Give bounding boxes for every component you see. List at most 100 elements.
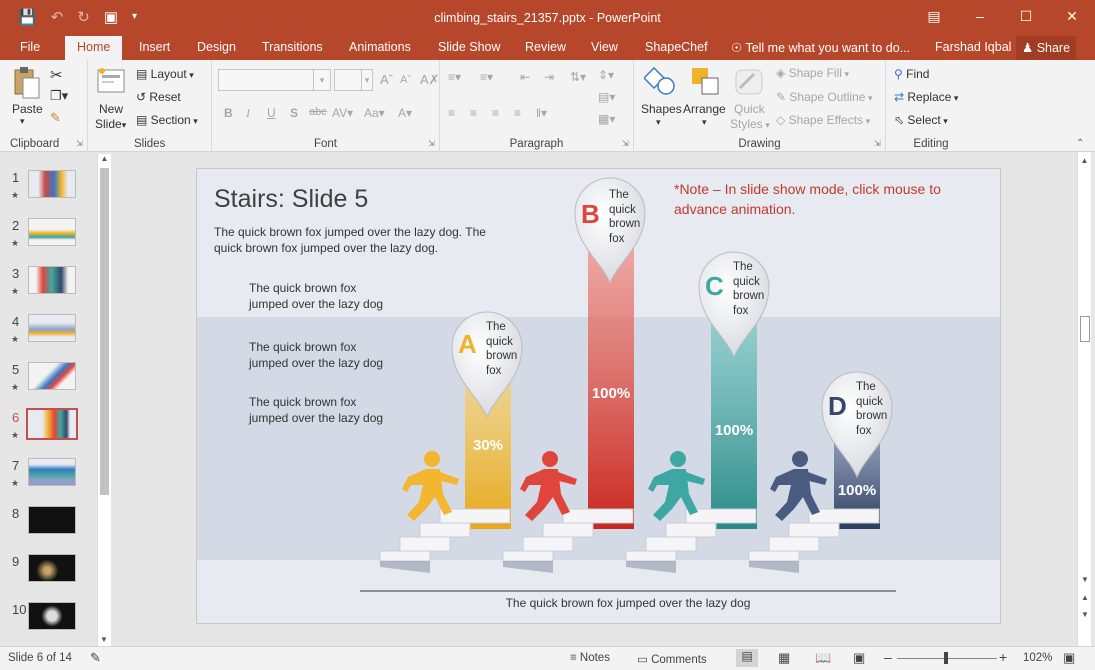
comments-button[interactable]: ▭ Comments — [637, 652, 707, 666]
pin-d[interactable]: D The quick brown fox — [818, 367, 896, 479]
format-painter-icon[interactable]: ✎ — [50, 110, 61, 126]
previous-slide-icon[interactable]: ▲ — [1081, 593, 1089, 602]
quick-styles-label[interactable]: Quick — [734, 102, 765, 116]
tab-review[interactable]: Review — [525, 40, 566, 54]
thumbnail-slide-3[interactable]: 3 ★ — [0, 266, 96, 306]
font-color-icon[interactable]: A▾ — [398, 106, 412, 120]
slideshow-view-icon[interactable]: ▣ — [853, 650, 865, 666]
tab-design[interactable]: Design — [197, 40, 236, 54]
quick-styles-label2[interactable]: Styles ▾ — [730, 117, 770, 131]
user-name[interactable]: Farshad Iqbal — [935, 40, 1011, 54]
tab-slide-show[interactable]: Slide Show — [438, 40, 501, 54]
reading-view-icon[interactable]: 📖 — [815, 650, 831, 666]
dialog-launcher-icon[interactable]: ⇲ — [76, 139, 83, 148]
change-case-icon[interactable]: Aa▾ — [364, 106, 385, 120]
zoom-slider-thumb[interactable] — [944, 652, 948, 664]
reset-button[interactable]: ↺ Reset — [136, 90, 181, 104]
maximize-icon[interactable]: ☐ — [1003, 0, 1049, 32]
align-right-icon[interactable]: ≡ — [492, 106, 499, 120]
zoom-in-icon[interactable]: + — [999, 649, 1007, 665]
shapes-dropdown-icon[interactable]: ▾ — [656, 117, 661, 128]
justify-icon[interactable]: ≡ — [514, 106, 521, 120]
align-left-icon[interactable]: ≡ — [448, 106, 455, 120]
scroll-up-icon[interactable]: ▲ — [1078, 156, 1091, 165]
ribbon-display-options-icon[interactable]: ▤ — [911, 0, 957, 32]
line-spacing-icon[interactable]: ⇅▾ — [570, 70, 586, 84]
new-slide-button[interactable]: New — [99, 102, 123, 116]
decrease-indent-icon[interactable]: ⇤ — [520, 70, 530, 84]
clear-formatting-icon[interactable]: A✗ — [420, 72, 440, 88]
underline-icon[interactable]: U — [267, 106, 276, 120]
scroll-thumb[interactable] — [100, 168, 109, 495]
tab-shapechef[interactable]: ShapeChef — [645, 40, 708, 54]
thumbnail-slide-9[interactable]: 9 — [0, 554, 96, 594]
shapes-icon[interactable] — [642, 66, 676, 101]
shapes-button[interactable]: Shapes — [641, 102, 682, 116]
zoom-out-icon[interactable]: – — [884, 649, 892, 665]
slide-footer-text[interactable]: The quick brown fox jumped over the lazy… — [360, 596, 896, 610]
section-button[interactable]: ▤ Section ▾ — [136, 113, 198, 127]
character-spacing-icon[interactable]: AV▾ — [332, 106, 353, 120]
thumbnail-slide-10[interactable]: 10 — [0, 602, 96, 642]
thumbnail-slide-4[interactable]: 4 ★ — [0, 314, 96, 354]
find-button[interactable]: ⚲ Find — [894, 67, 929, 81]
text-direction-icon[interactable]: ⇕▾ — [598, 68, 614, 82]
quick-styles-icon[interactable] — [734, 66, 766, 101]
font-size-dropdown-icon[interactable]: ▾ — [361, 69, 373, 91]
thumbnail-slide-8[interactable]: 8 — [0, 506, 96, 546]
thumbnail-slide-6[interactable]: 6 ★ — [0, 408, 96, 450]
shrink-font-icon[interactable]: Aˇ — [400, 74, 411, 86]
font-size-box[interactable] — [334, 69, 362, 91]
scroll-up-icon[interactable]: ▲ — [98, 154, 111, 163]
scroll-thumb[interactable] — [1080, 316, 1090, 342]
percent-a[interactable]: 30% — [465, 437, 511, 454]
fit-to-window-icon[interactable]: ▣ — [1063, 650, 1075, 666]
collapse-ribbon-icon[interactable]: ⌃ — [1076, 138, 1084, 149]
bold-icon[interactable]: B — [224, 106, 233, 120]
tab-transitions[interactable]: Transitions — [262, 40, 323, 54]
increase-indent-icon[interactable]: ⇥ — [544, 70, 554, 84]
tab-file[interactable]: File — [20, 40, 40, 54]
arrange-dropdown-icon[interactable]: ▾ — [702, 117, 707, 128]
slide-sorter-icon[interactable]: ▦ — [778, 650, 790, 666]
pin-c[interactable]: C The quick brown fox — [695, 247, 773, 359]
arrange-icon[interactable] — [690, 66, 722, 101]
tab-insert[interactable]: Insert — [139, 40, 170, 54]
copy-icon[interactable]: ❐▾ — [50, 88, 68, 104]
tab-animations[interactable]: Animations — [349, 40, 411, 54]
thumbnail-slide-1[interactable]: 1 ★ — [0, 170, 96, 210]
drawing-dialog-launcher-icon[interactable]: ⇲ — [874, 139, 881, 148]
slide-canvas[interactable]: Stairs: Slide 5 The quick brown fox jump… — [196, 168, 1001, 624]
percent-c[interactable]: 100% — [706, 422, 762, 439]
thumbnail-slide-7[interactable]: 7 ★ — [0, 458, 96, 498]
smartart-icon[interactable]: ▦▾ — [598, 112, 615, 126]
align-text-icon[interactable]: ▤▾ — [598, 90, 615, 104]
select-button[interactable]: ⬁ Select ▾ — [894, 113, 948, 127]
minimize-icon[interactable]: – — [957, 0, 1003, 32]
thumbnail-scrollbar[interactable]: ▲ ▼ — [97, 154, 111, 646]
scroll-down-icon[interactable]: ▼ — [100, 635, 108, 644]
percent-d[interactable]: 100% — [829, 482, 885, 499]
slide-counter[interactable]: Slide 6 of 14 — [8, 652, 72, 664]
pin-a[interactable]: A The quick brown fox — [448, 307, 526, 419]
tell-me-box[interactable]: ☉ Tell me what you want to do... — [731, 40, 910, 55]
font-name-box[interactable] — [218, 69, 314, 91]
shape-outline-button[interactable]: ✎ Shape Outline ▾ — [776, 90, 872, 104]
bullets-icon[interactable]: ≡▾ — [448, 70, 461, 84]
paste-dropdown-icon[interactable]: ▾ — [20, 116, 25, 127]
font-dialog-launcher-icon[interactable]: ⇲ — [428, 139, 435, 148]
shape-fill-button[interactable]: ◈ Shape Fill ▾ — [776, 66, 849, 80]
zoom-level[interactable]: 102% — [1023, 652, 1052, 664]
normal-view-icon[interactable]: ▤ — [736, 649, 758, 667]
new-slide-icon[interactable] — [96, 66, 126, 101]
tab-home[interactable]: Home — [65, 36, 123, 60]
numbering-icon[interactable]: ≡▾ — [480, 70, 493, 84]
font-name-dropdown-icon[interactable]: ▾ — [313, 69, 331, 91]
percent-b[interactable]: 100% — [583, 385, 639, 402]
thumbnail-slide-2[interactable]: 2 ★ — [0, 218, 96, 258]
replace-button[interactable]: ⇄ Replace ▾ — [894, 90, 958, 104]
notes-button[interactable]: ≡ Notes — [570, 652, 610, 664]
align-center-icon[interactable]: ≡ — [470, 106, 477, 120]
tab-view[interactable]: View — [591, 40, 618, 54]
shadow-icon[interactable]: S — [290, 106, 298, 120]
